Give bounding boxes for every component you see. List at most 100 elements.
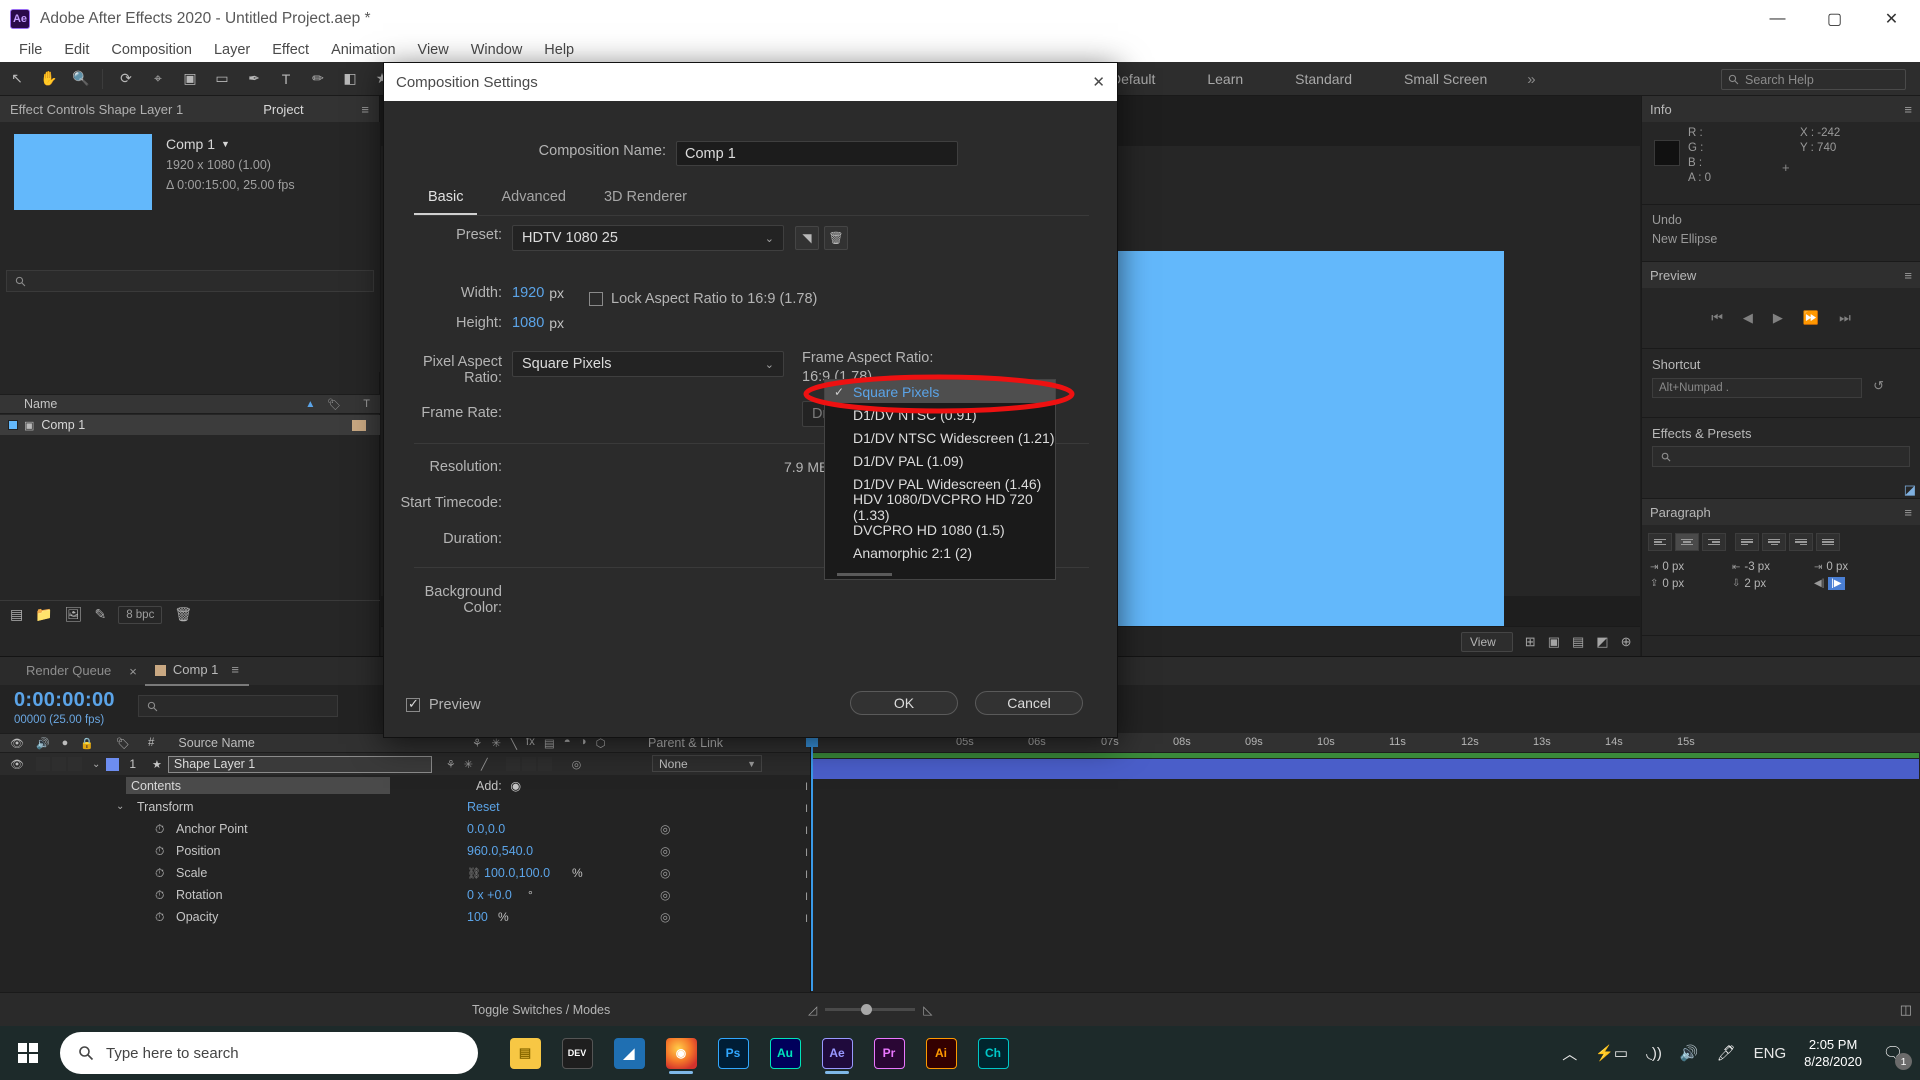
check-icon: ✓ — [834, 384, 845, 399]
composition-name-label: Composition Name: — [538, 143, 666, 159]
cancel-button[interactable]: Cancel — [975, 691, 1083, 715]
pixel-aspect-ratio-select[interactable]: Square Pixels ⌄ — [512, 351, 784, 377]
taskbar-photoshop[interactable]: Ps — [710, 1030, 756, 1076]
dialog-body: Composition Name: Comp 1 Basic Advanced … — [384, 101, 1117, 739]
dropdown-scrollbar[interactable] — [837, 573, 892, 576]
delete-preset-button[interactable]: 🗑 — [824, 226, 848, 250]
taskbar-firefox[interactable]: ◉ — [658, 1030, 704, 1076]
dropdown-item-label: D1/DV NTSC Widescreen (1.21) — [853, 429, 1055, 446]
dropdown-item-d1-dv-ntsc[interactable]: D1/DV NTSC (0.91) — [825, 403, 1055, 426]
tray-chevron-up-icon[interactable]: ︿ — [1562, 1043, 1577, 1064]
chevron-down-icon: ⌄ — [764, 232, 774, 245]
taskbar-audition[interactable]: Au — [762, 1030, 808, 1076]
clock[interactable]: 2:05 PM 8/28/2020 — [1804, 1036, 1862, 1070]
tab-3d-renderer[interactable]: 3D Renderer — [590, 183, 701, 215]
frame-aspect-ratio-label: Frame Aspect Ratio: — [802, 350, 934, 366]
dialog-tabs: Basic Advanced 3D Renderer — [414, 183, 1089, 216]
windows-taskbar: Type here to search ▤ DEV ◢ ◉ Ps Au Ae P… — [0, 1026, 1920, 1080]
preview-label: Preview — [429, 697, 481, 713]
width-label: Width: — [460, 285, 502, 301]
active-indicator — [825, 1071, 849, 1074]
pixel-aspect-ratio-dropdown[interactable]: ✓ Square Pixels D1/DV NTSC (0.91) D1/DV … — [824, 379, 1056, 580]
clock-time: 2:05 PM — [1808, 1037, 1858, 1052]
dropdown-item-label: Anamorphic 2:1 (2) — [853, 544, 973, 561]
start-timecode-label: Start Timecode: — [400, 495, 502, 511]
tab-basic[interactable]: Basic — [414, 183, 478, 215]
dropdown-item-d1-dv-ntsc-widescreen[interactable]: D1/DV NTSC Widescreen (1.21) — [825, 426, 1055, 449]
height-label: Height: — [456, 315, 502, 331]
taskbar-illustrator[interactable]: Ai — [918, 1030, 964, 1076]
chevron-down-icon: ⌄ — [764, 358, 774, 371]
background-color-label: Background Color: — [424, 584, 502, 616]
height-unit: px — [549, 315, 565, 331]
frame-rate-label: Frame Rate: — [421, 405, 502, 421]
wifi-icon[interactable]: ◟)) — [1646, 1044, 1662, 1062]
after-effects-window: Ae Adobe After Effects 2020 - Untitled P… — [0, 0, 1920, 1080]
width-value[interactable]: 1920 — [512, 285, 544, 301]
width-value-wrap[interactable]: 1920 px — [512, 285, 564, 301]
lock-aspect-ratio-label: Lock Aspect Ratio to 16:9 (1.78) — [611, 291, 818, 307]
taskbar-search-box[interactable]: Type here to search — [60, 1032, 478, 1074]
save-preset-button[interactable]: ◥ — [795, 226, 819, 250]
height-value[interactable]: 1080 — [512, 315, 544, 331]
tab-advanced[interactable]: Advanced — [487, 183, 580, 215]
pixel-aspect-ratio-label: Pixel Aspect Ratio: — [423, 354, 502, 386]
width-label-wrap: Width: — [384, 285, 502, 301]
resolution-label-wrap: Resolution: — [384, 459, 502, 475]
height-value-wrap[interactable]: 1080 px — [512, 315, 564, 331]
composition-name-label-wrap: Composition Name: — [384, 143, 666, 159]
ok-button[interactable]: OK — [850, 691, 958, 715]
windows-logo-icon — [17, 1042, 39, 1064]
preset-label-wrap: Preset: — [384, 227, 502, 243]
active-indicator — [669, 1071, 693, 1074]
width-unit: px — [549, 285, 565, 301]
composition-settings-dialog: Composition Settings ✕ Composition Name:… — [383, 62, 1118, 738]
dropdown-item-dvcpro-hd-1080[interactable]: DVCPRO HD 1080 (1.5) — [825, 518, 1055, 541]
dialog-title: Composition Settings — [396, 73, 538, 91]
search-icon — [79, 1046, 94, 1061]
lock-aspect-ratio-row[interactable]: Lock Aspect Ratio to 16:9 (1.78) — [589, 291, 817, 307]
language-indicator[interactable]: ENG — [1754, 1045, 1787, 1062]
taskbar-after-effects[interactable]: Ae — [814, 1030, 860, 1076]
clock-date: 8/28/2020 — [1804, 1054, 1862, 1069]
modal-overlay: Composition Settings ✕ Composition Name:… — [0, 0, 1920, 1080]
close-icon[interactable]: ✕ — [1092, 73, 1105, 91]
preview-checkbox[interactable] — [406, 696, 420, 712]
dialog-title-bar: Composition Settings ✕ — [384, 63, 1117, 101]
system-tray: ︿ ⚡▭ ◟)) 🔊 🖊 ENG 2:05 PM 8/28/2020 🗨 1 — [1562, 1026, 1920, 1080]
preset-select[interactable]: HDTV 1080 25 ⌄ — [512, 225, 784, 251]
preset-label: Preset: — [456, 227, 502, 243]
dropdown-item-label: DVCPRO HD 1080 (1.5) — [853, 521, 1005, 538]
composition-name-input[interactable]: Comp 1 — [676, 141, 958, 166]
frame-rate-label-wrap: Frame Rate: — [384, 405, 502, 421]
battery-icon[interactable]: ⚡▭ — [1595, 1044, 1628, 1062]
notification-center-button[interactable]: 🗨 1 — [1880, 1040, 1912, 1070]
start-button[interactable] — [0, 1026, 56, 1080]
taskbar-character-animator[interactable]: Ch — [970, 1030, 1016, 1076]
pen-icon[interactable]: 🖊 — [1717, 1044, 1736, 1062]
dropdown-item-hdv-1080[interactable]: HDV 1080/DVCPRO HD 720 (1.33) — [825, 491, 1055, 523]
height-label-wrap: Height: — [384, 315, 502, 331]
preset-value: HDTV 1080 25 — [522, 230, 618, 246]
start-timecode-label-wrap: Start Timecode: — [384, 495, 502, 511]
taskbar-file-explorer[interactable]: ▤ — [502, 1030, 548, 1076]
par-label-wrap: Pixel Aspect Ratio: — [384, 354, 502, 386]
pixel-aspect-ratio-value: Square Pixels — [522, 356, 612, 372]
taskbar-dev-app[interactable]: DEV — [554, 1030, 600, 1076]
taskbar-premiere-pro[interactable]: Pr — [866, 1030, 912, 1076]
dropdown-item-square-pixels[interactable]: ✓ Square Pixels — [825, 380, 1055, 403]
dropdown-item-label: D1/DV NTSC (0.91) — [853, 406, 977, 423]
volume-icon[interactable]: 🔊 — [1680, 1044, 1699, 1062]
taskbar-vscode[interactable]: ◢ — [606, 1030, 652, 1076]
dropdown-item-d1-dv-pal[interactable]: D1/DV PAL (1.09) — [825, 449, 1055, 472]
resolution-label: Resolution: — [429, 459, 502, 475]
dropdown-item-label: D1/DV PAL (1.09) — [853, 452, 964, 469]
background-color-label-wrap: Background Color: — [384, 584, 502, 616]
dropdown-item-label: Square Pixels — [853, 383, 940, 400]
duration-label-wrap: Duration: — [384, 531, 502, 547]
dropdown-item-anamorphic[interactable]: Anamorphic 2:1 (2) — [825, 541, 1055, 564]
preview-checkbox-row[interactable]: Preview — [406, 696, 481, 713]
taskbar-apps: ▤ DEV ◢ ◉ Ps Au Ae Pr Ai Ch — [502, 1030, 1016, 1076]
lock-aspect-ratio-checkbox[interactable] — [589, 292, 603, 306]
notification-badge: 1 — [1895, 1053, 1912, 1070]
